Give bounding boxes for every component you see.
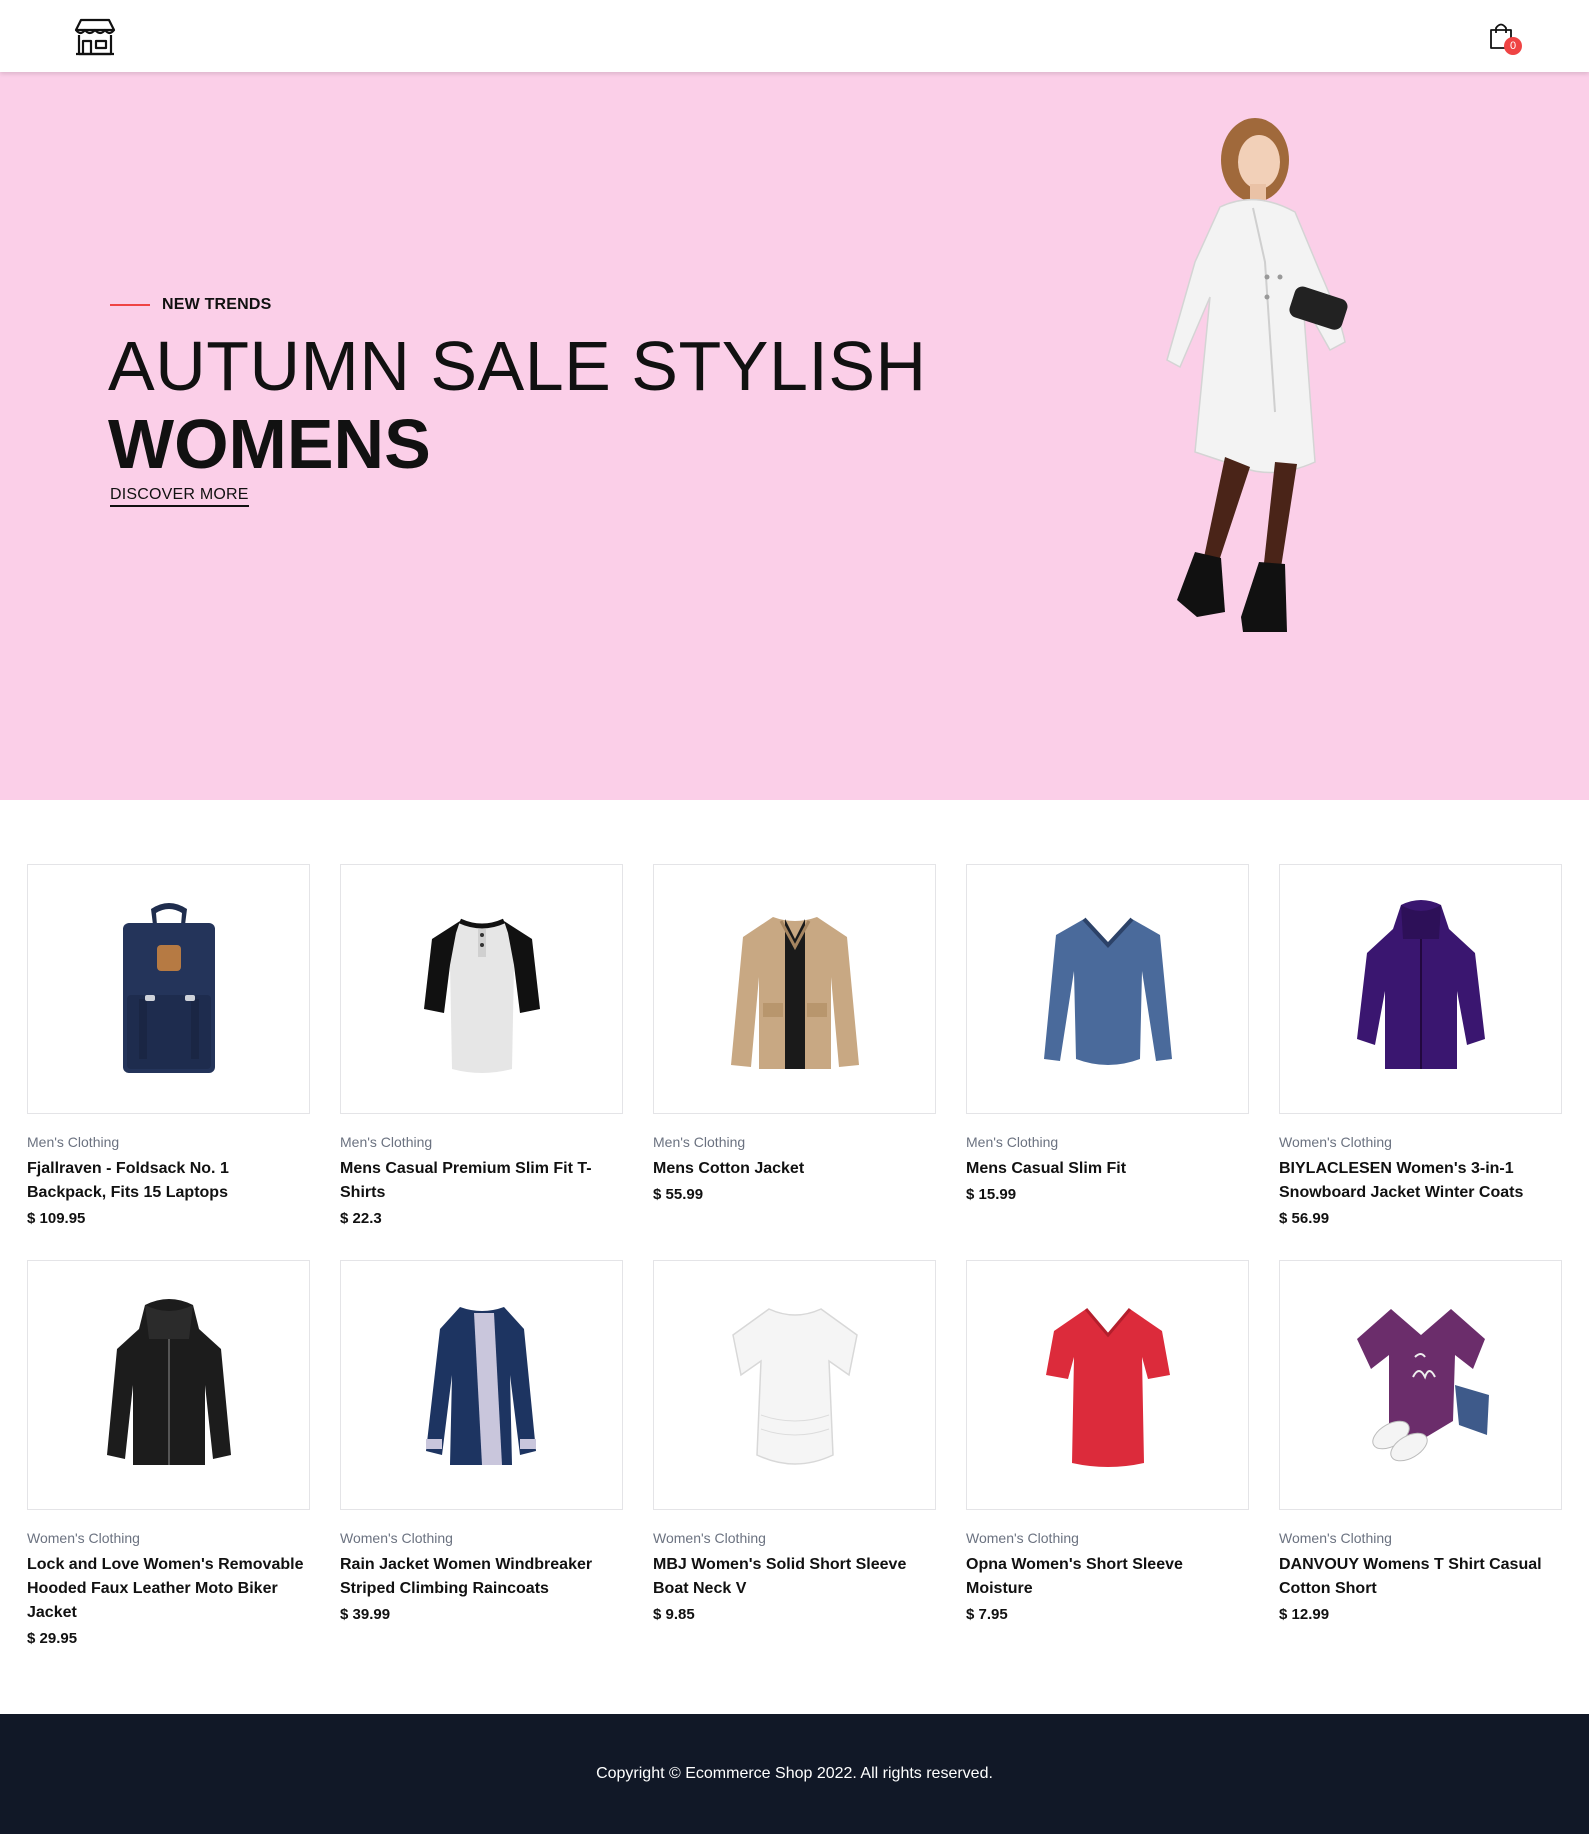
product-title[interactable]: BIYLACLESEN Women's 3-in-1 Snowboard Jac… [1279,1157,1562,1205]
product-image-purple-snow-jacket[interactable] [1279,864,1562,1114]
site-header: 0 [0,0,1589,72]
hero-banner: NEW TRENDS AUTUMN SALE STYLISH WOMENS DI… [0,72,1589,800]
product-image-navy-raincoat[interactable] [340,1260,623,1510]
product-card[interactable]: Women's Clothing DANVOUY Womens T Shirt … [1279,1260,1562,1626]
product-category: Women's Clothing [27,1530,140,1546]
product-category: Women's Clothing [653,1530,766,1546]
product-category: Women's Clothing [340,1530,453,1546]
product-card[interactable]: Men's Clothing Fjallraven - Foldsack No.… [27,864,310,1230]
product-card[interactable]: Men's Clothing Mens Casual Slim Fit $ 15… [966,864,1249,1206]
hero-eyebrow: NEW TRENDS [110,294,272,316]
product-title[interactable]: Fjallraven - Foldsack No. 1 Backpack, Fi… [27,1157,310,1205]
product-price: $ 55.99 [653,1186,704,1203]
product-card[interactable]: Men's Clothing Mens Casual Premium Slim … [340,864,623,1230]
product-image-raglan-tshirt[interactable] [340,864,623,1114]
storefront-icon[interactable] [74,17,116,57]
discover-more-link[interactable]: DISCOVER MORE [110,486,249,507]
product-image-blue-longsleeve[interactable] [966,864,1249,1114]
copyright-text: Copyright © Ecommerce Shop 2022. All rig… [596,1765,993,1782]
product-price: $ 39.99 [340,1606,391,1623]
eyebrow-accent-line [110,304,150,306]
cart-count-badge: 0 [1504,37,1522,55]
hero-eyebrow-text: NEW TRENDS [162,296,272,313]
product-title[interactable]: Opna Women's Short Sleeve Moisture [966,1553,1249,1601]
product-price: $ 29.95 [27,1630,78,1647]
product-card[interactable]: Women's Clothing MBJ Women's Solid Short… [653,1260,936,1626]
product-title[interactable]: DANVOUY Womens T Shirt Casual Cotton Sho… [1279,1553,1562,1601]
product-card[interactable]: Women's Clothing Opna Women's Short Slee… [966,1260,1249,1626]
hero-title-bold: WOMENS [108,405,431,483]
product-category: Women's Clothing [966,1530,1079,1546]
hero-model-image [1125,112,1395,644]
product-title[interactable]: Mens Cotton Jacket [653,1157,936,1181]
product-category: Men's Clothing [340,1134,433,1150]
product-price: $ 15.99 [966,1186,1017,1203]
product-category: Men's Clothing [27,1134,120,1150]
product-price: $ 56.99 [1279,1210,1330,1227]
product-title[interactable]: MBJ Women's Solid Short Sleeve Boat Neck… [653,1553,936,1601]
product-price: $ 9.85 [653,1606,695,1623]
product-category: Women's Clothing [1279,1134,1392,1150]
product-card[interactable]: Women's Clothing Lock and Love Women's R… [27,1260,310,1650]
product-category: Women's Clothing [1279,1530,1392,1546]
product-title[interactable]: Rain Jacket Women Windbreaker Striped Cl… [340,1553,623,1601]
product-card[interactable]: Women's Clothing Rain Jacket Women Windb… [340,1260,623,1626]
product-category: Men's Clothing [653,1134,746,1150]
product-image-black-leather-jacket[interactable] [27,1260,310,1510]
product-image-tan-jacket[interactable] [653,864,936,1114]
product-card[interactable]: Men's Clothing Mens Cotton Jacket $ 55.9… [653,864,936,1206]
product-price: $ 12.99 [1279,1606,1330,1623]
product-image-navy-backpack[interactable] [27,864,310,1114]
product-price: $ 7.95 [966,1606,1008,1623]
product-price: $ 22.3 [340,1210,382,1227]
product-title[interactable]: Lock and Love Women's Removable Hooded F… [27,1553,310,1625]
product-category: Men's Clothing [966,1134,1059,1150]
product-title[interactable]: Mens Casual Slim Fit [966,1157,1249,1181]
product-price: $ 109.95 [27,1210,86,1227]
product-title[interactable]: Mens Casual Premium Slim Fit T-Shirts [340,1157,623,1205]
site-footer: Copyright © Ecommerce Shop 2022. All rig… [0,1714,1589,1834]
product-image-white-top[interactable] [653,1260,936,1510]
product-image-red-vneck[interactable] [966,1260,1249,1510]
cart-button[interactable]: 0 [1488,21,1522,55]
product-image-purple-be-kind-tee[interactable] [1279,1260,1562,1510]
product-card[interactable]: Women's Clothing BIYLACLESEN Women's 3-i… [1279,864,1562,1230]
